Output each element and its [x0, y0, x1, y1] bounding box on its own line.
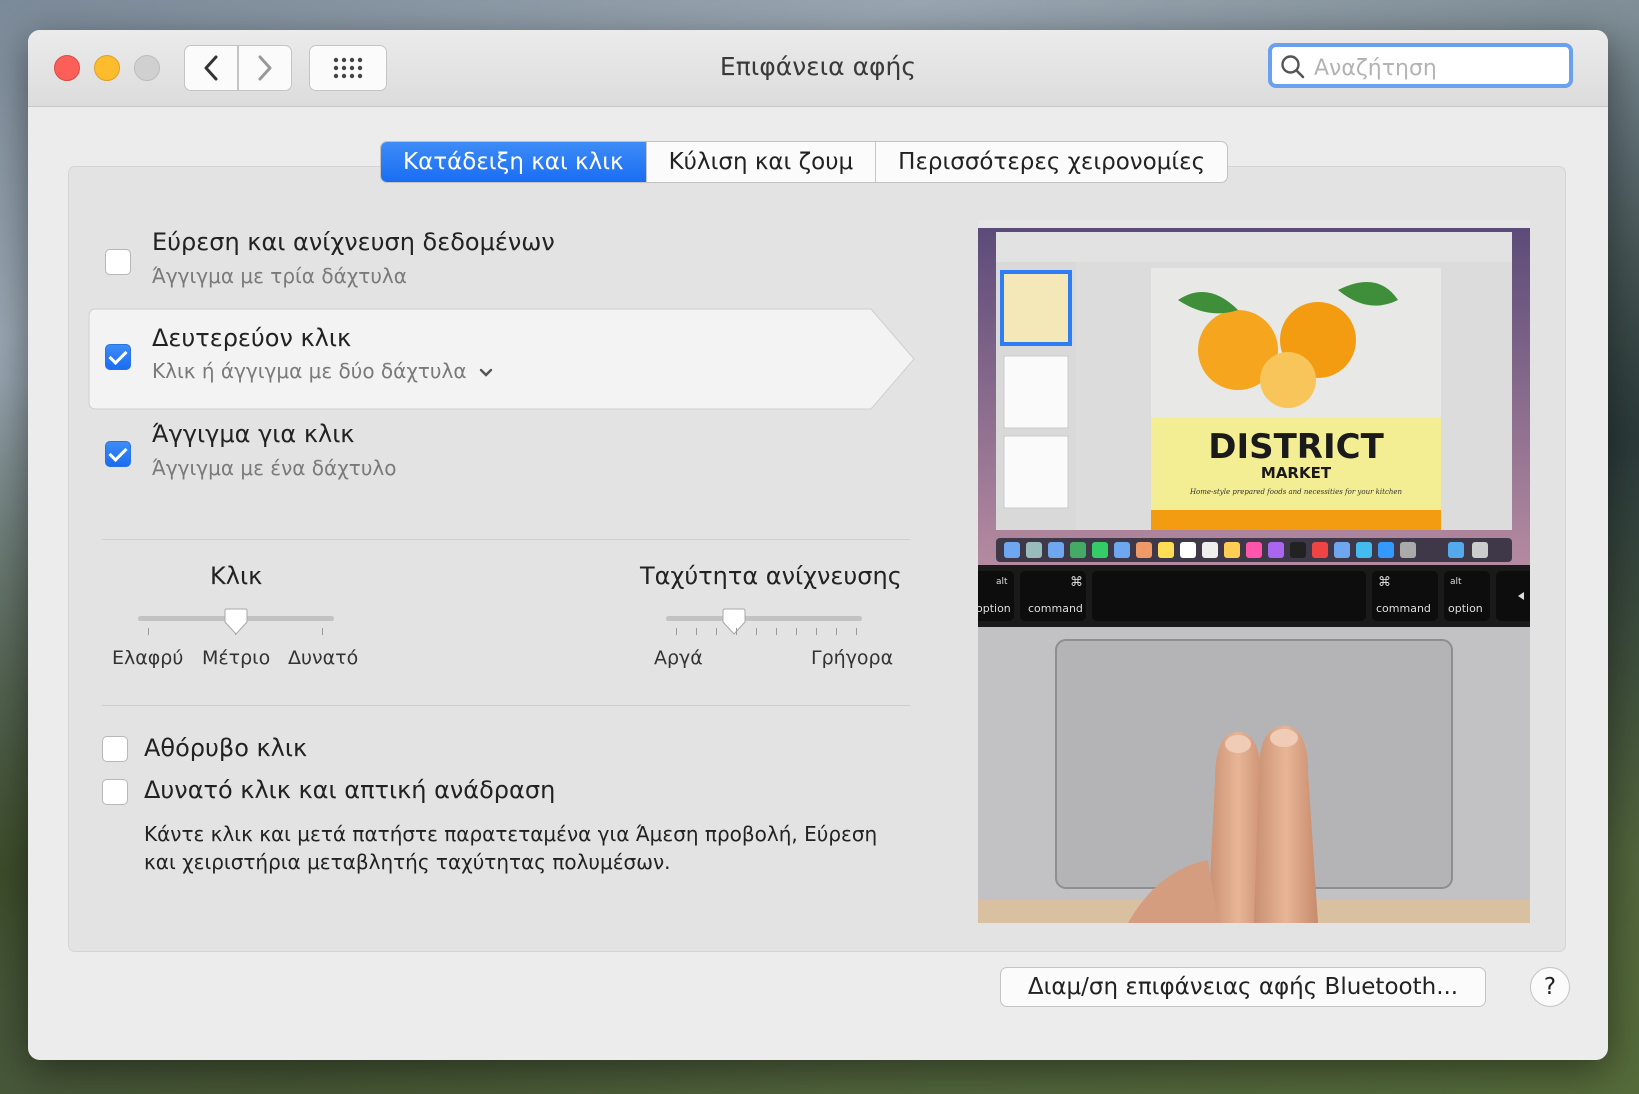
tracking-speed-label-slow: Αργά — [654, 647, 703, 669]
silent-click-title: Αθόρυβο κλικ — [144, 734, 308, 762]
key-command-left: command — [1028, 602, 1083, 615]
tracking-speed-tick — [776, 628, 777, 635]
bluetooth-trackpad-button[interactable]: Διαμ/ση επιφάνειας αφής Bluetooth... — [1000, 967, 1486, 1007]
tap-to-click-title: Άγγιγμα για κλικ — [152, 420, 355, 448]
search-field[interactable] — [1268, 43, 1573, 88]
lookup-subtitle: Άγγιγμα με τρία δάχτυλα — [152, 264, 407, 288]
gesture-preview-image: DISTRICT MARKET Home-style prepared food… — [978, 220, 1530, 923]
tracking-speed-title: Ταχύτητα ανίχνευσης — [640, 562, 902, 590]
tracking-speed-tick — [796, 628, 797, 635]
tracking-speed-tick — [676, 628, 677, 635]
tap-to-click-checkbox[interactable] — [105, 441, 131, 467]
preferences-window: Επιφάνεια αφής Κατάδειξη και κλικ Κύλιση… — [28, 30, 1608, 1060]
tracking-speed-tick — [716, 628, 717, 635]
tap-to-click-subtitle: Άγγιγμα με ένα δάχτυλο — [152, 456, 397, 480]
help-button[interactable]: ? — [1530, 967, 1570, 1007]
tracking-speed-track[interactable] — [666, 616, 862, 621]
search-icon — [1281, 55, 1305, 79]
tracking-speed-tick — [756, 628, 757, 635]
force-click-description: Κάντε κλικ και μετά πατήστε παρατεταμένα… — [144, 822, 878, 874]
tracking-speed-tick — [696, 628, 697, 635]
chevron-down-icon — [479, 368, 493, 377]
secondary-click-subtitle: Κλικ ή άγγιγμα με δύο δάχτυλα — [152, 359, 467, 383]
lookup-checkbox[interactable] — [105, 249, 131, 275]
key-option-left: option — [978, 602, 1011, 615]
secondary-click-menu[interactable]: Κλικ ή άγγιγμα με δύο δάχτυλα — [152, 359, 493, 383]
tab-more-gestures[interactable]: Περισσότερες χειρονομίες — [876, 142, 1227, 182]
tracking-speed-tick — [736, 628, 737, 635]
search-input[interactable] — [1312, 51, 1566, 85]
force-click-checkbox[interactable] — [102, 779, 128, 805]
key-alt-left: alt — [996, 577, 1008, 587]
secondary-click-checkbox[interactable] — [105, 344, 131, 370]
key-cmd-symbol-left: ⌘ — [1070, 575, 1083, 590]
key-option-right: option — [1448, 602, 1483, 615]
tracking-speed-label-fast: Γρήγορα — [811, 647, 894, 669]
tab-scroll-and-zoom[interactable]: Κύλιση και ζουμ — [647, 142, 877, 182]
tracking-speed-tick — [856, 628, 857, 635]
key-command-right: command — [1376, 602, 1431, 615]
force-click-title: Δυνατό κλικ και απτική ανάδραση — [144, 776, 556, 804]
secondary-click-title: Δευτερεύον κλικ — [152, 324, 352, 352]
poster-title: DISTRICT — [1208, 427, 1384, 467]
click-slider-tick — [148, 628, 149, 635]
title-bar: Επιφάνεια αφής — [28, 30, 1608, 107]
divider — [102, 539, 910, 540]
key-cmd-symbol-right: ⌘ — [1378, 575, 1391, 590]
tracking-speed-knob[interactable] — [722, 608, 746, 636]
tab-point-and-click[interactable]: Κατάδειξη και κλικ — [381, 142, 647, 182]
lookup-title: Εύρεση και ανίχνευση δεδομένων — [152, 228, 555, 256]
tab-bar: Κατάδειξη και κλικ Κύλιση και ζουμ Περισ… — [380, 141, 1229, 183]
click-slider-label-medium: Μέτριο — [202, 647, 271, 669]
poster-subtitle: MARKET — [1261, 464, 1332, 482]
gesture-preview-illustration: DISTRICT MARKET Home-style prepared food… — [978, 220, 1530, 923]
tracking-speed-tick — [816, 628, 817, 635]
click-slider-title: Κλικ — [210, 562, 263, 590]
key-alt-right: alt — [1450, 577, 1462, 587]
click-slider-knob[interactable] — [224, 608, 248, 636]
divider — [102, 705, 910, 706]
tracking-speed-tick — [836, 628, 837, 635]
click-slider-tick — [322, 628, 323, 635]
poster-tagline: Home-style prepared foods and necessitie… — [1189, 488, 1403, 496]
click-slider-label-firm: Δυνατό — [288, 647, 359, 669]
silent-click-checkbox[interactable] — [102, 736, 128, 762]
click-slider-label-light: Ελαφρύ — [112, 647, 184, 669]
